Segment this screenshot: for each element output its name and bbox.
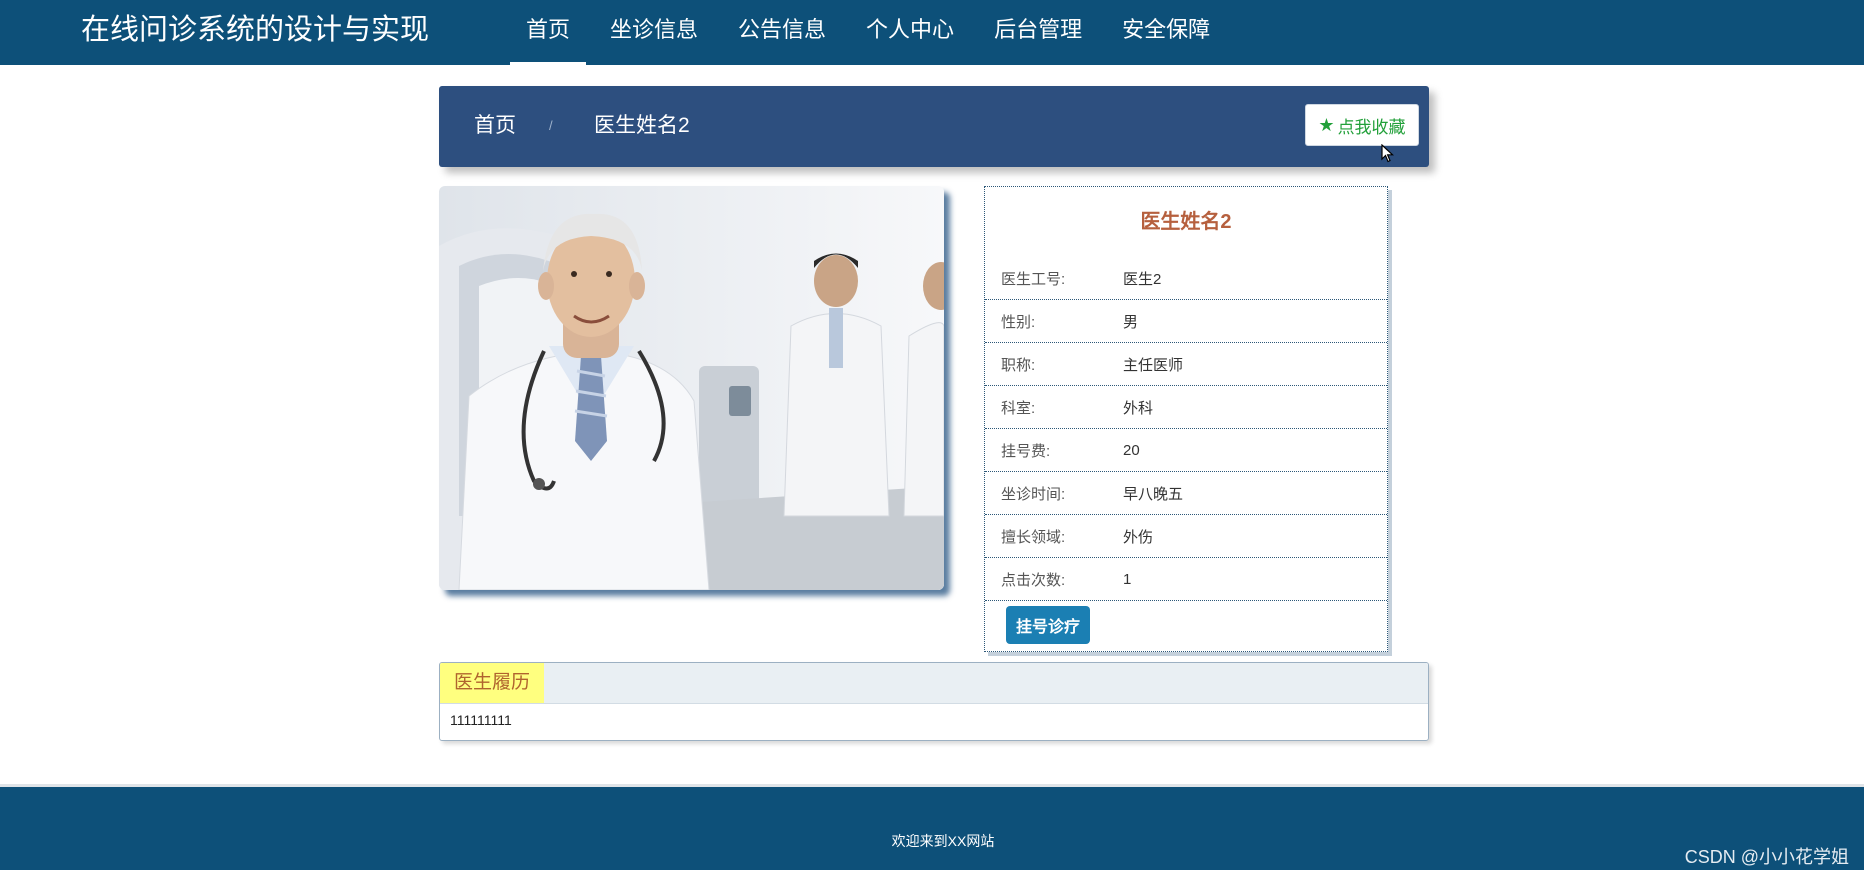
info-row-employee-id: 医生工号: 医生2 [985, 257, 1387, 300]
row-label: 科室: [1001, 399, 1036, 417]
row-value: 早八晚五 [1123, 485, 1184, 503]
info-row-fee: 挂号费: 20 [985, 429, 1387, 472]
row-value: 1 [1123, 570, 1132, 588]
main-nav: 首页 坐诊信息 公告信息 个人中心 后台管理 安全保障 [510, 0, 1234, 65]
site-title[interactable]: 在线问诊系统的设计与实现 [81, 10, 429, 50]
tab-resume[interactable]: 医生履历 [440, 663, 545, 703]
row-label: 擅长领域: [1001, 528, 1066, 546]
info-row-gender: 性别: 男 [985, 300, 1387, 343]
footer-text: 欢迎来到XX网站 [891, 833, 995, 849]
nav-item-home[interactable]: 首页 [510, 0, 587, 65]
nav-item-announcements[interactable]: 公告信息 [722, 0, 842, 65]
row-value: 外科 [1123, 399, 1154, 417]
book-appointment-button[interactable]: 挂号诊疗 [1006, 606, 1090, 644]
row-value: 医生2 [1123, 270, 1162, 288]
row-label: 坐诊时间: [1001, 485, 1066, 503]
row-label: 职称: [1001, 356, 1036, 374]
breadcrumb-current: 医生姓名2 [594, 114, 690, 137]
row-label: 点击次数: [1001, 571, 1066, 589]
top-navbar: 在线问诊系统的设计与实现 首页 坐诊信息 公告信息 个人中心 后台管理 安全保障 [0, 0, 1864, 65]
resume-tab-bar: 医生履历 [440, 663, 1428, 704]
resume-content: 111111111 [450, 712, 512, 728]
info-row-title: 职称: 主任医师 [985, 343, 1387, 386]
favorite-button[interactable]: ★ 点我收藏 [1305, 104, 1419, 146]
star-icon: ★ [1318, 115, 1335, 135]
info-row-schedule: 坐诊时间: 早八晚五 [985, 472, 1387, 515]
nav-item-security[interactable]: 安全保障 [1106, 0, 1226, 65]
footer: 欢迎来到XX网站 CSDN @小小花学姐 [0, 784, 1864, 870]
row-label: 挂号费: [1001, 442, 1051, 460]
row-value: 20 [1123, 441, 1140, 459]
doctor-name: 医生姓名2 [1140, 211, 1232, 233]
info-row-clicks: 点击次数: 1 [985, 558, 1387, 601]
row-label: 性别: [1001, 313, 1036, 331]
row-label: 医生工号: [1001, 270, 1066, 288]
breadcrumb-separator: / [549, 118, 553, 133]
row-value: 外伤 [1123, 528, 1154, 546]
mouse-cursor-icon [1381, 144, 1395, 163]
nav-item-personal-center[interactable]: 个人中心 [850, 0, 970, 65]
nav-item-admin[interactable]: 后台管理 [978, 0, 1098, 65]
breadcrumb: 首页 / 医生姓名2 ★ 点我收藏 [439, 86, 1429, 167]
info-row-specialty: 擅长领域: 外伤 [985, 515, 1387, 558]
favorite-button-label: 点我收藏 [1337, 117, 1406, 137]
watermark: CSDN @小小花学姐 [1684, 847, 1849, 867]
doctor-photo [439, 186, 944, 590]
doctor-info-card: 医生姓名2 医生工号: 医生2 性别: 男 职称: 主任医师 科室: 外科 挂号… [984, 186, 1388, 652]
info-row-department: 科室: 外科 [985, 386, 1387, 429]
row-value: 男 [1123, 313, 1139, 331]
row-value: 主任医师 [1123, 356, 1184, 374]
resume-panel: 医生履历 111111111 [439, 662, 1429, 741]
nav-item-consultation-info[interactable]: 坐诊信息 [594, 0, 714, 65]
breadcrumb-home-link[interactable]: 首页 [474, 111, 516, 141]
